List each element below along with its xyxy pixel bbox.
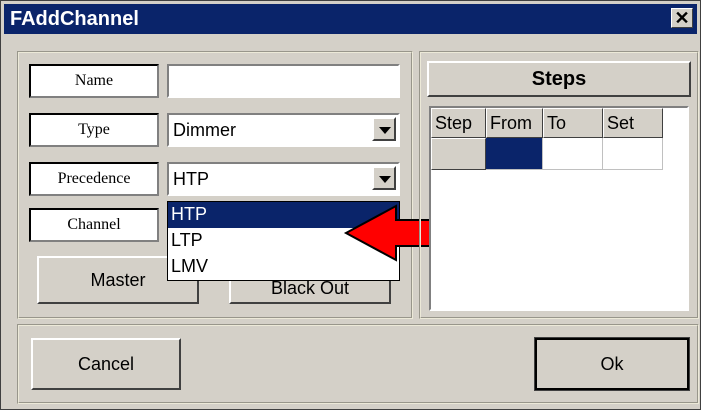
column-header-from[interactable]: From [486, 108, 543, 138]
name-field[interactable] [167, 64, 400, 98]
steps-grid[interactable]: Step From To Set [429, 106, 689, 311]
type-combo[interactable]: Dimmer [167, 113, 400, 147]
cancel-button-label: Cancel [77, 354, 135, 374]
chevron-down-icon[interactable] [372, 166, 396, 190]
master-button-label: Master [90, 270, 146, 290]
precedence-value: HTP [173, 169, 209, 189]
title-bar: FAddChannel ✕ [4, 4, 697, 34]
steps-title: Steps [531, 68, 587, 90]
grid-cell-set[interactable] [603, 138, 663, 170]
precedence-combo[interactable]: HTP [167, 162, 400, 196]
steps-header: Steps [427, 61, 691, 97]
chevron-down-icon[interactable] [372, 117, 396, 141]
name-label: Name [29, 64, 159, 98]
column-header-step[interactable]: Step [431, 108, 486, 138]
add-channel-dialog: FAddChannel ✕ Name Type Dimmer Precedenc… [0, 0, 701, 410]
column-header-set[interactable]: Set [603, 108, 663, 138]
ok-button-label: Ok [600, 354, 624, 374]
close-icon[interactable]: ✕ [671, 8, 693, 28]
window-title: FAddChannel [10, 8, 139, 30]
ok-button[interactable]: Ok [534, 337, 690, 391]
column-header-to[interactable]: To [543, 108, 603, 138]
grid-cell-step[interactable] [431, 138, 486, 170]
channel-label: Channel [29, 208, 159, 242]
grid-cell-to[interactable] [543, 138, 603, 170]
precedence-label: Precedence [29, 162, 159, 196]
cancel-button[interactable]: Cancel [31, 338, 181, 390]
type-value: Dimmer [173, 120, 236, 140]
grid-cell-from-selected[interactable] [486, 138, 543, 170]
blackout-button-label: Black Out [270, 278, 350, 298]
type-label: Type [29, 113, 159, 147]
